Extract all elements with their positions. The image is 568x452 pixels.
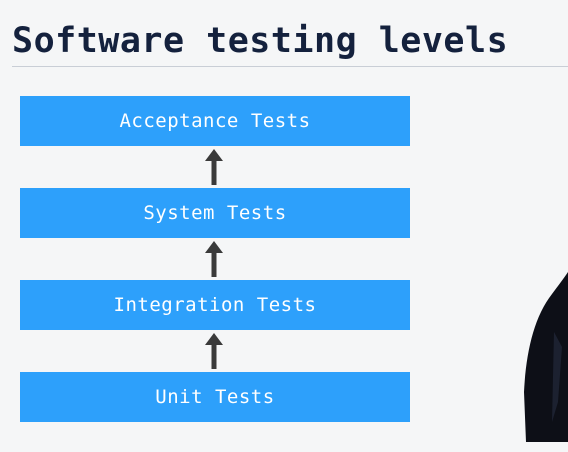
level-box-integration-tests: Integration Tests (20, 280, 410, 330)
arrow-up-icon (205, 149, 223, 185)
presenter-silhouette (524, 272, 568, 442)
level-box-unit-tests: Unit Tests (20, 372, 410, 422)
arrow-up-icon (205, 241, 223, 277)
level-box-system-tests: System Tests (20, 188, 410, 238)
slide-title: Software testing levels (12, 21, 509, 61)
title-divider (12, 66, 568, 67)
level-box-acceptance-tests: Acceptance Tests (20, 96, 410, 146)
arrow-up-icon (205, 333, 223, 369)
